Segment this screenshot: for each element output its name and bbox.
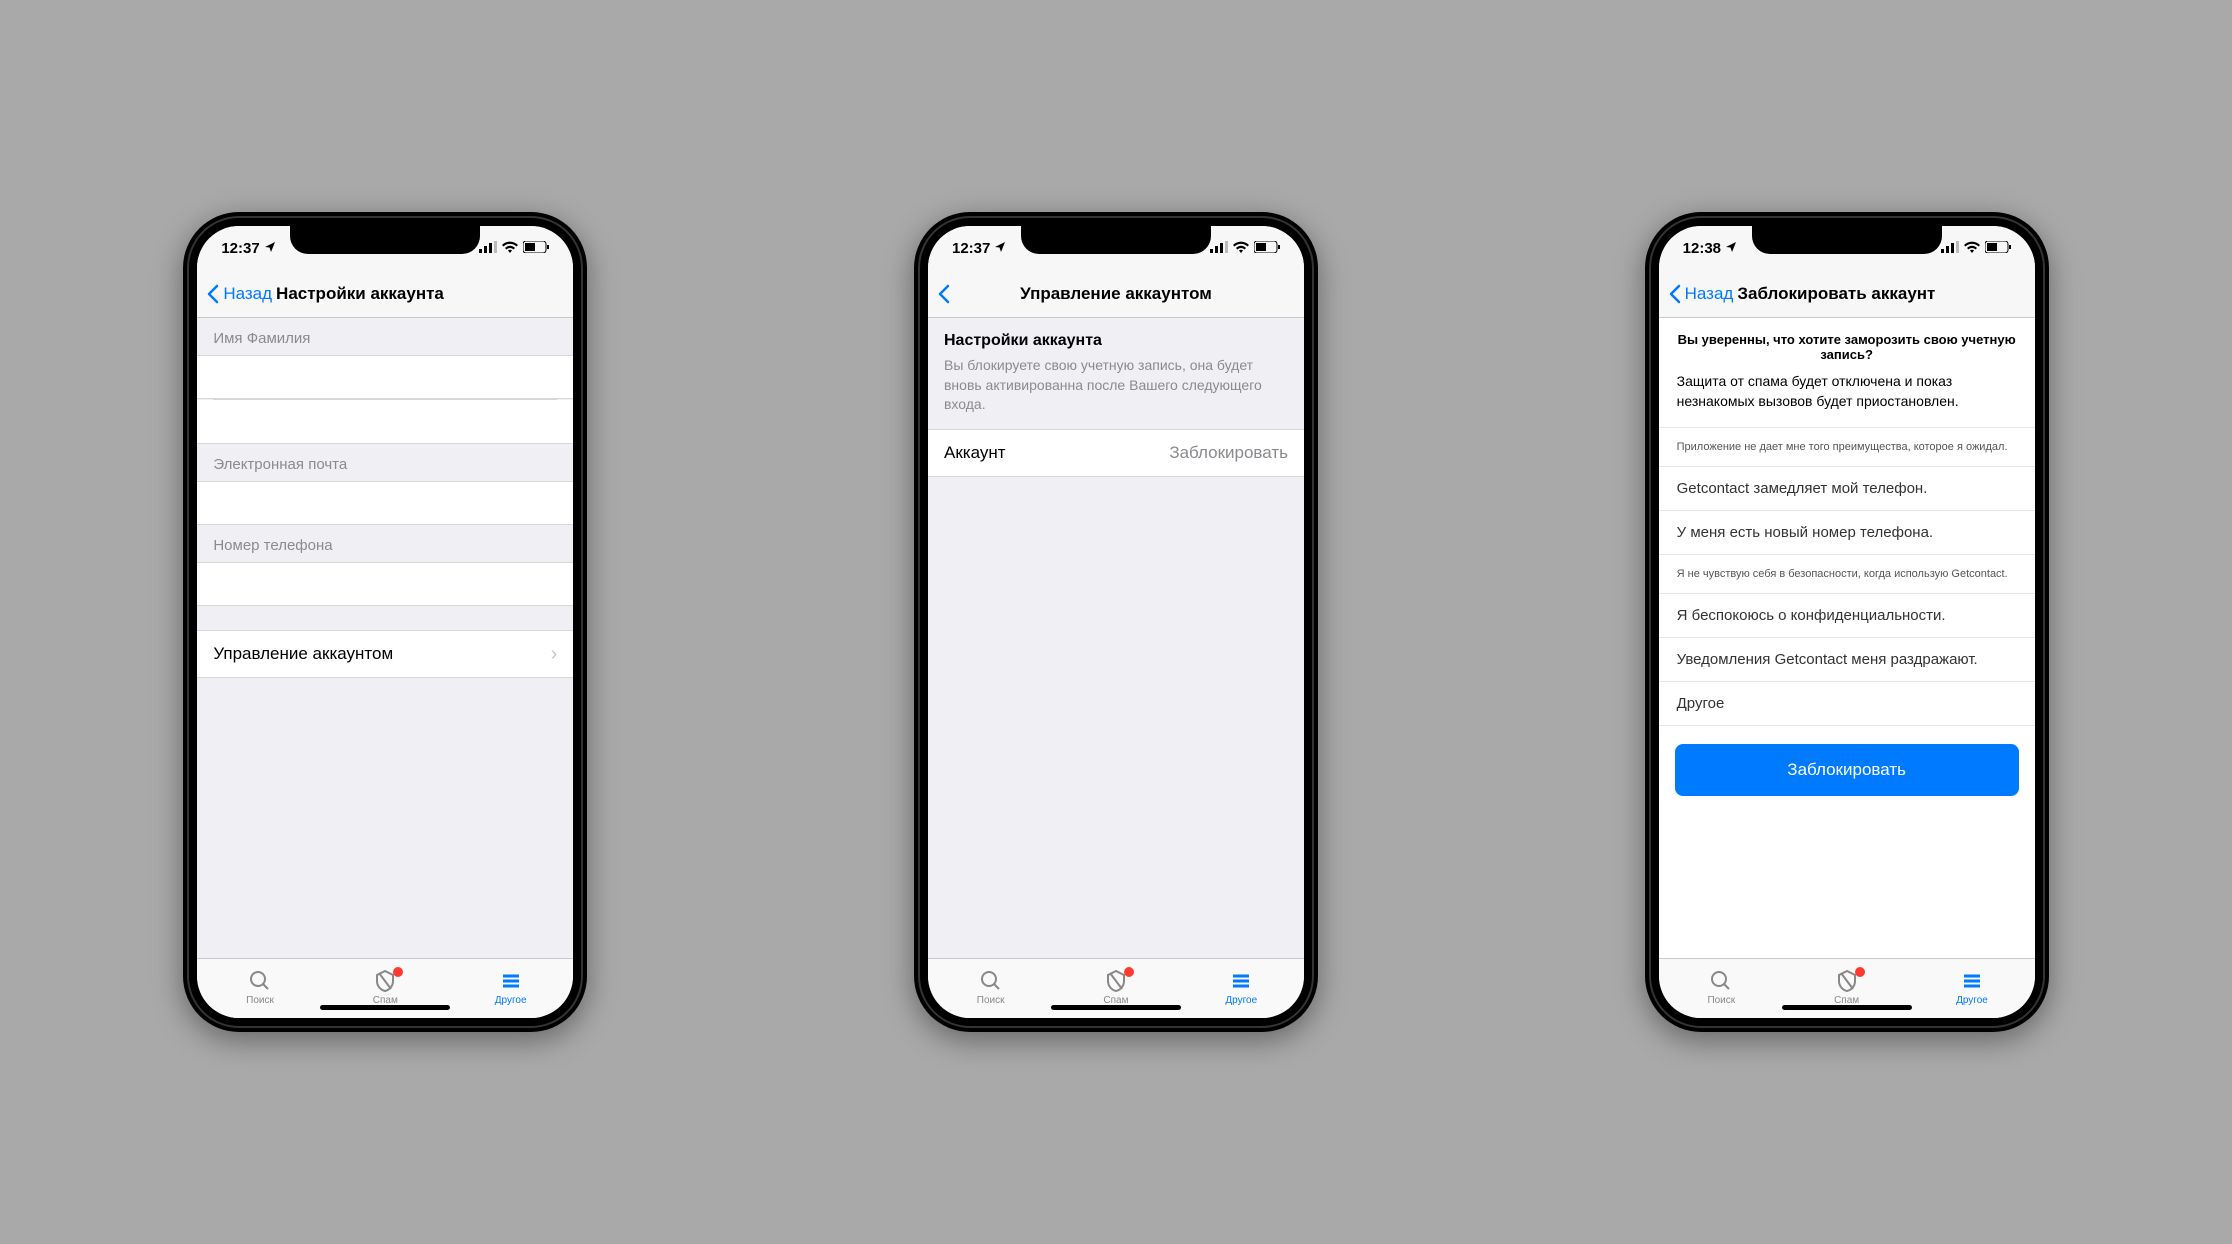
signal-icon — [479, 240, 497, 257]
reason-option[interactable]: Я беспокоюсь о конфиденциальности. — [1659, 594, 2035, 638]
back-button[interactable]: Назад — [207, 284, 272, 304]
name-input[interactable] — [197, 355, 573, 399]
nav-title: Настройки аккаунта — [276, 284, 444, 304]
phone-mockup-1: 12:37 Назад Настройки аккаунта Имя Фамил… — [183, 212, 587, 1032]
location-icon — [994, 240, 1006, 257]
signal-icon — [1210, 240, 1228, 257]
reason-option[interactable]: Другое — [1659, 682, 2035, 726]
chevron-left-icon — [1669, 284, 1681, 304]
tab-spam[interactable]: Спам — [1076, 969, 1156, 1006]
reason-option[interactable]: Я не чувствую себя в безопасности, когда… — [1659, 555, 2035, 594]
back-button[interactable]: Назад — [1669, 284, 1734, 304]
email-label: Электронная почта — [197, 444, 573, 481]
manage-account-label: Управление аккаунтом — [213, 644, 393, 664]
wifi-icon — [1964, 240, 1980, 257]
reason-option[interactable]: Приложение не дает мне того преимущества… — [1659, 428, 2035, 467]
phone-input[interactable] — [197, 562, 573, 606]
home-indicator[interactable] — [1051, 1005, 1181, 1010]
warning-text: Защита от спама будет отключена и показ … — [1659, 372, 2035, 427]
block-button[interactable]: Заблокировать — [1675, 744, 2019, 796]
tab-other-label: Другое — [1956, 995, 1988, 1006]
account-row[interactable]: Аккаунт Заблокировать — [928, 429, 1304, 477]
battery-icon — [523, 240, 549, 257]
tab-other[interactable]: Другое — [471, 969, 551, 1006]
back-label: Назад — [223, 284, 272, 304]
section-title: Настройки аккаунта — [928, 318, 1304, 356]
surname-input[interactable] — [197, 400, 573, 444]
home-indicator[interactable] — [1782, 1005, 1912, 1010]
nav-header: Управление аккаунтом — [928, 270, 1304, 318]
menu-icon — [1960, 969, 1984, 993]
home-indicator[interactable] — [320, 1005, 450, 1010]
notch — [1021, 226, 1211, 254]
account-value: Заблокировать — [1169, 443, 1288, 463]
reason-option[interactable]: У меня есть новый номер телефона. — [1659, 511, 2035, 555]
status-time: 12:37 — [221, 240, 259, 257]
nav-header: Назад Заблокировать аккаунт — [1659, 270, 2035, 318]
tab-search-label: Поиск — [977, 995, 1005, 1006]
back-button[interactable] — [938, 284, 950, 304]
manage-account-row[interactable]: Управление аккаунтом › — [197, 630, 573, 678]
chevron-left-icon — [938, 284, 950, 304]
tab-search[interactable]: Поиск — [1681, 969, 1761, 1006]
phone-label: Номер телефона — [197, 525, 573, 562]
badge-dot — [1855, 967, 1865, 977]
chevron-right-icon: › — [551, 643, 558, 666]
tab-other[interactable]: Другое — [1932, 969, 2012, 1006]
content-area: Настройки аккаунта Вы блокируете свою уч… — [928, 318, 1304, 958]
location-icon — [264, 240, 276, 257]
wifi-icon — [1233, 240, 1249, 257]
tab-search[interactable]: Поиск — [951, 969, 1031, 1006]
confirm-question: Вы уверенны, что хотите заморозить свою … — [1659, 318, 2035, 372]
reason-option[interactable]: Getcontact замедляет мой телефон. — [1659, 467, 2035, 511]
tab-other-label: Другое — [1225, 995, 1257, 1006]
email-input[interactable] — [197, 481, 573, 525]
notch — [1752, 226, 1942, 254]
location-icon — [1725, 240, 1737, 257]
badge-dot — [393, 967, 403, 977]
menu-icon — [1229, 969, 1253, 993]
section-desc: Вы блокируете свою учетную запись, она б… — [928, 356, 1304, 429]
wifi-icon — [502, 240, 518, 257]
content-area: Вы уверенны, что хотите заморозить свою … — [1659, 318, 2035, 958]
back-label: Назад — [1685, 284, 1734, 304]
account-key: Аккаунт — [944, 443, 1006, 463]
status-time: 12:37 — [952, 240, 990, 257]
tab-search-label: Поиск — [1707, 995, 1735, 1006]
badge-dot — [1124, 967, 1134, 977]
nav-title: Заблокировать аккаунт — [1737, 284, 1935, 304]
chevron-left-icon — [207, 284, 219, 304]
phone-mockup-2: 12:37 Управление аккаунтом Настройки акк… — [914, 212, 1318, 1032]
notch — [290, 226, 480, 254]
reason-option[interactable]: Уведомления Getcontact меня раздражают. — [1659, 638, 2035, 682]
menu-icon — [499, 969, 523, 993]
search-icon — [979, 969, 1003, 993]
search-icon — [1709, 969, 1733, 993]
tab-spam[interactable]: Спам — [1807, 969, 1887, 1006]
name-label: Имя Фамилия — [197, 318, 573, 355]
tab-search[interactable]: Поиск — [220, 969, 300, 1006]
tab-search-label: Поиск — [246, 995, 274, 1006]
tab-other[interactable]: Другое — [1201, 969, 1281, 1006]
signal-icon — [1941, 240, 1959, 257]
tab-spam[interactable]: Спам — [345, 969, 425, 1006]
nav-header: Назад Настройки аккаунта — [197, 270, 573, 318]
status-time: 12:38 — [1683, 240, 1721, 257]
nav-title: Управление аккаунтом — [928, 284, 1304, 304]
content-area: Имя Фамилия Электронная почта Номер теле… — [197, 318, 573, 958]
battery-icon — [1985, 240, 2011, 257]
battery-icon — [1254, 240, 1280, 257]
tab-other-label: Другое — [495, 995, 527, 1006]
search-icon — [248, 969, 272, 993]
phone-mockup-3: 12:38 Назад Заблокировать аккаунт Вы уве… — [1645, 212, 2049, 1032]
